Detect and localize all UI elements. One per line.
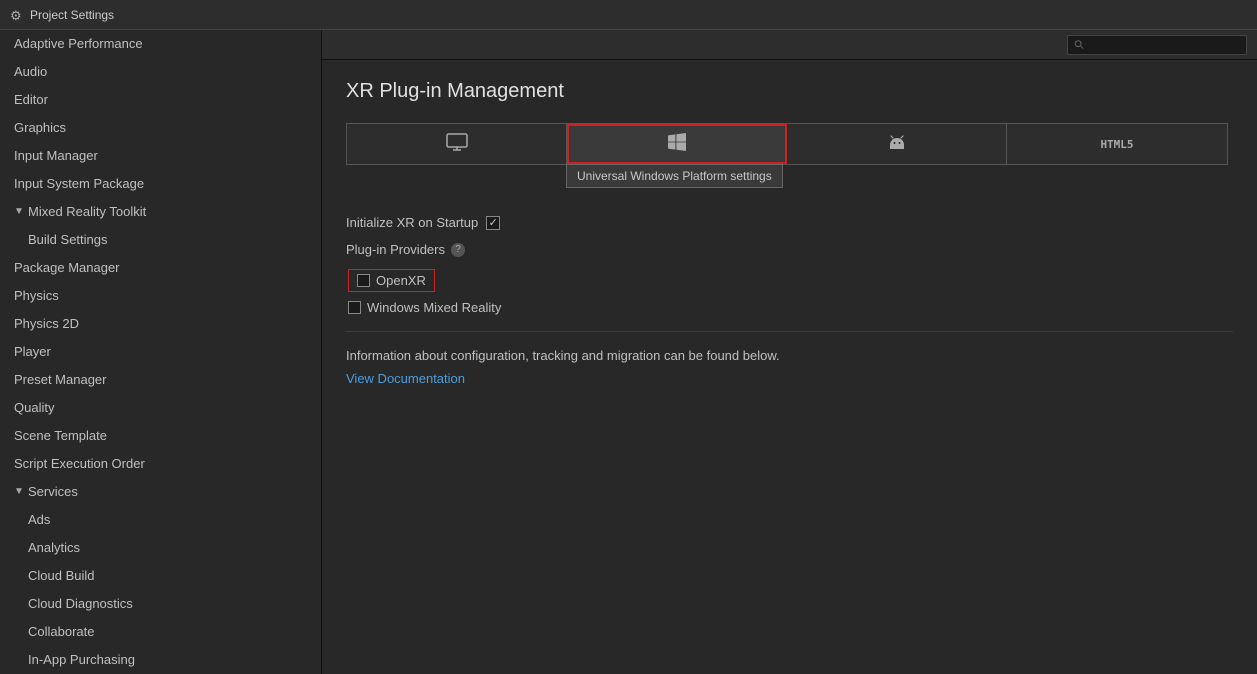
sidebar: Adaptive Performance Audio Editor Graphics I…	[0, 30, 322, 674]
openxr-label: OpenXR	[376, 273, 426, 288]
openxr-checkbox-wrapper[interactable]: OpenXR	[348, 269, 435, 292]
sidebar-item-label: Scene Template	[14, 428, 107, 443]
sidebar-item-label: Graphics	[14, 120, 66, 135]
sidebar-item-label: Cloud Build	[28, 568, 95, 583]
sidebar-item-label: Mixed Reality Toolkit	[28, 202, 146, 222]
wmr-label: Windows Mixed Reality	[367, 300, 501, 315]
sidebar-item-input-manager[interactable]: Input Manager	[0, 142, 321, 170]
android-icon	[889, 133, 905, 156]
sidebar-item-cloud-diagnostics[interactable]: Cloud Diagnostics	[0, 590, 321, 618]
windows-icon	[668, 133, 686, 156]
sidebar-item-label: Cloud Diagnostics	[28, 596, 133, 611]
arrow-icon: ▼	[14, 482, 28, 502]
sidebar-item-mixed-reality-toolkit[interactable]: ▼Mixed Reality Toolkit	[0, 198, 321, 226]
platform-tab-android[interactable]	[787, 124, 1007, 164]
sidebar-item-label: Script Execution Order	[14, 456, 145, 471]
platform-tabs: HTML5	[346, 123, 1228, 165]
search-icon	[1074, 39, 1084, 50]
initialize-xr-checkbox[interactable]	[486, 216, 500, 230]
sidebar-item-physics-2d[interactable]: Physics 2D	[0, 310, 321, 338]
search-input[interactable]	[1088, 39, 1240, 51]
content-area: XR Plug-in Management HTML5 Universal Wi…	[322, 30, 1257, 674]
sidebar-item-script-execution-order[interactable]: Script Execution Order	[0, 450, 321, 478]
sidebar-item-label: Editor	[14, 92, 48, 107]
sidebar-item-label: Build Settings	[28, 232, 108, 247]
provider-openxr[interactable]: OpenXR	[346, 269, 1233, 292]
sidebar-item-cloud-build[interactable]: Cloud Build	[0, 562, 321, 590]
sidebar-item-label: In-App Purchasing	[28, 652, 135, 667]
sidebar-item-analytics[interactable]: Analytics	[0, 534, 321, 562]
content-scroll: XR Plug-in Management HTML5 Universal Wi…	[322, 60, 1257, 674]
sidebar-item-label: Collaborate	[28, 624, 95, 639]
help-icon[interactable]: ?	[451, 243, 465, 257]
sidebar-item-player[interactable]: Player	[0, 338, 321, 366]
html5-icon: HTML5	[1100, 138, 1133, 151]
sidebar-item-editor[interactable]: Editor	[0, 86, 321, 114]
sidebar-item-label: Quality	[14, 400, 54, 415]
uwp-settings-button[interactable]: Universal Windows Platform settings	[566, 164, 783, 188]
providers-label: Plug-in Providers	[346, 242, 445, 257]
providers-row: Plug-in Providers ?	[346, 242, 1233, 257]
sidebar-item-label: Player	[14, 344, 51, 359]
sidebar-item-services[interactable]: ▼Services	[0, 478, 321, 506]
search-input-wrapper[interactable]	[1067, 35, 1247, 55]
settings-section: Initialize XR on Startup Plug-in Provide…	[346, 215, 1233, 315]
sidebar-item-label: Adaptive Performance	[14, 36, 143, 51]
sidebar-item-label: Physics 2D	[14, 316, 79, 331]
sidebar-item-scene-template[interactable]: Scene Template	[0, 422, 321, 450]
sidebar-item-label: Physics	[14, 288, 59, 303]
sidebar-item-preset-manager[interactable]: Preset Manager	[0, 366, 321, 394]
sidebar-item-label: Analytics	[28, 540, 80, 555]
sidebar-item-adaptive-performance[interactable]: Adaptive Performance	[0, 30, 321, 58]
sidebar-item-label: Package Manager	[14, 260, 120, 275]
sidebar-item-ads[interactable]: Ads	[0, 506, 321, 534]
platform-tab-pc[interactable]	[347, 124, 567, 164]
sidebar-item-collaborate[interactable]: Collaborate	[0, 618, 321, 646]
sidebar-item-label: Preset Manager	[14, 372, 107, 387]
sidebar-item-graphics[interactable]: Graphics	[0, 114, 321, 142]
sidebar-item-quality[interactable]: Quality	[0, 394, 321, 422]
divider	[346, 331, 1233, 332]
title-bar: ⚙ Project Settings	[0, 0, 1257, 30]
provider-wmr[interactable]: Windows Mixed Reality	[346, 300, 1233, 315]
sidebar-item-label: Input System Package	[14, 176, 144, 191]
initialize-xr-row: Initialize XR on Startup	[346, 215, 1233, 230]
main-layout: Adaptive Performance Audio Editor Graphics I…	[0, 30, 1257, 674]
sidebar-item-label: Input Manager	[14, 148, 98, 163]
info-text: Information about configuration, trackin…	[346, 348, 1233, 363]
sidebar-item-physics[interactable]: Physics	[0, 282, 321, 310]
sidebar-item-label: Audio	[14, 64, 47, 79]
platform-tabs-container: HTML5 Universal Windows Platform setting…	[346, 123, 1233, 165]
search-bar	[322, 30, 1257, 60]
sidebar-item-input-system-package[interactable]: Input System Package	[0, 170, 321, 198]
title-bar-text: Project Settings	[30, 8, 114, 22]
arrow-icon: ▼	[14, 202, 28, 222]
monitor-icon	[446, 133, 468, 156]
initialize-xr-label: Initialize XR on Startup	[346, 215, 478, 230]
sidebar-item-label: Ads	[28, 512, 50, 527]
view-documentation-link[interactable]: View Documentation	[346, 371, 465, 386]
wmr-checkbox[interactable]	[348, 301, 361, 314]
sidebar-item-audio[interactable]: Audio	[0, 58, 321, 86]
page-title: XR Plug-in Management	[346, 80, 1233, 103]
sidebar-item-package-manager[interactable]: Package Manager	[0, 254, 321, 282]
platform-tab-uwp[interactable]	[567, 124, 787, 164]
sidebar-item-build-settings[interactable]: Build Settings	[0, 226, 321, 254]
gear-icon: ⚙	[10, 8, 24, 22]
sidebar-item-in-app-purchasing[interactable]: In-App Purchasing	[0, 646, 321, 674]
platform-tab-html5[interactable]: HTML5	[1007, 124, 1227, 164]
openxr-checkbox[interactable]	[357, 274, 370, 287]
sidebar-item-label: Services	[28, 482, 78, 502]
